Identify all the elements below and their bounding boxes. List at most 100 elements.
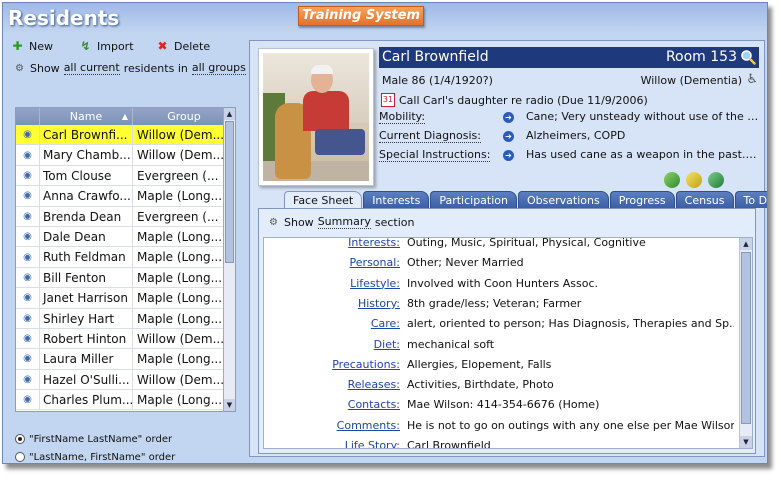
mobility-label[interactable]: Mobility: [379, 110, 426, 124]
resident-row[interactable]: ◉ Charles Plum... Maple (Long... [16, 390, 235, 411]
field-label[interactable]: Personal: [350, 256, 400, 269]
resident-row-name: Tom Clouse [40, 165, 133, 186]
field-label[interactable]: Lifestyle: [350, 277, 400, 290]
tab-interests[interactable]: Interests [363, 191, 430, 208]
radio-first-last[interactable] [15, 434, 25, 444]
resident-row-name: Shirley Hart [40, 308, 133, 328]
resident-row-group: Willow (Dem... [137, 148, 225, 163]
tab-observations[interactable]: Observations [517, 191, 609, 208]
field-label[interactable]: Comments: [337, 419, 400, 432]
resident-icon: ◉ [16, 328, 40, 349]
resident-row[interactable]: ◉ Tom Clouse Evergreen (... [16, 165, 235, 187]
import-button[interactable]: ↯ Import [79, 40, 133, 54]
capsules-icon[interactable] [708, 172, 724, 188]
scroll-up-icon[interactable]: ▲ [224, 108, 235, 120]
resident-row[interactable]: ◉ Mary Chamb... Willow (Dem... [16, 145, 235, 166]
scope-dropdown[interactable]: all current [63, 61, 120, 75]
resident-row-group: Maple (Long... [137, 270, 223, 285]
order-first-last[interactable]: "FirstName LastName" order [15, 430, 175, 448]
arrow-right-icon[interactable]: ➔ [503, 150, 514, 161]
resident-row-group: Maple (Long... [137, 189, 223, 204]
reminder-icon: 31 [381, 93, 395, 107]
list-header: Name ▲ Group [16, 108, 235, 125]
field-row: Contacts: Mae Wilson: 414-354-6676 (Home) [264, 398, 734, 418]
resident-row-name: Bill Fenton [40, 267, 133, 288]
resident-row[interactable]: ◉ Hazel O'Sulli... Willow (Dem... [16, 369, 235, 391]
delete-button[interactable]: ✖ Delete [156, 40, 210, 54]
resident-row[interactable]: ◉ Shirley Hart Maple (Long... [16, 308, 235, 329]
scroll-thumb[interactable] [225, 121, 234, 263]
name-column-label: Name [69, 110, 103, 123]
field-row: Releases: Activities, Birthdate, Photo [264, 378, 734, 398]
reminder-text: Call Carl's daughter re radio (Due 11/9/… [399, 93, 648, 107]
field-label[interactable]: Diet: [374, 338, 400, 351]
tab-census[interactable]: Census [675, 191, 734, 208]
resident-row-group: Maple (Long... [137, 311, 223, 326]
resident-row[interactable]: ◉ Janet Harrison Maple (Long... [16, 288, 235, 309]
arrow-right-icon[interactable]: ➔ [503, 112, 514, 123]
tab-progress[interactable]: Progress [609, 191, 675, 208]
scroll-down-icon[interactable]: ▼ [224, 399, 235, 411]
resident-row-group: Maple (Long... [137, 229, 223, 244]
summary-show-label: Show [284, 215, 314, 229]
field-label[interactable]: Interests: [348, 238, 400, 249]
resident-row[interactable]: ◉ Brenda Dean Evergreen (... [16, 206, 235, 227]
reminder[interactable]: 31 Call Carl's daughter re radio (Due 11… [381, 93, 648, 107]
resident-row[interactable]: ◉ Robert Hinton Willow (Dem... [16, 328, 235, 350]
groups-dropdown[interactable]: all groups [191, 61, 246, 75]
fields-scrollbar[interactable]: ▲ ▼ [739, 238, 752, 448]
app-title: Residents [8, 6, 120, 30]
field-label[interactable]: Care: [371, 317, 400, 330]
scroll-down-icon[interactable]: ▼ [740, 436, 752, 448]
pills-icon[interactable] [686, 172, 702, 188]
resident-row-name: Ruth Feldman [40, 247, 133, 267]
resident-row[interactable]: ◉ Laura Miller Maple (Long... [16, 349, 235, 370]
field-label[interactable]: Life Story: [345, 439, 400, 448]
resident-row[interactable]: ◉ Bill Fenton Maple (Long... [16, 267, 235, 289]
scroll-up-icon[interactable]: ▲ [740, 238, 752, 250]
field-value: Carl Brownfield [407, 439, 491, 449]
resident-row-group: Willow (Dem... [137, 372, 225, 387]
new-button[interactable]: ✚ New [11, 40, 53, 54]
search-icon[interactable] [740, 49, 756, 65]
resident-row[interactable]: ◉ Anna Crawfo... Maple (Long... [16, 186, 235, 207]
tab-participation[interactable]: Participation [430, 191, 517, 208]
field-value: Allergies, Elopement, Falls [407, 357, 552, 371]
group-column-header[interactable]: Group [133, 108, 235, 125]
list-scrollbar[interactable]: ▲ ▼ [223, 108, 235, 411]
summary-dropdown[interactable]: Summary [317, 215, 371, 229]
person-icon: ♿ [746, 72, 758, 87]
new-label: New [29, 40, 53, 53]
resident-row[interactable]: ◉ Ruth Feldman Maple (Long... [16, 247, 235, 268]
pill-icon[interactable] [664, 172, 680, 188]
resident-row-group: Maple (Long... [137, 250, 223, 265]
scroll-thumb[interactable] [741, 252, 751, 424]
icon-column-header [16, 108, 40, 125]
radio-last-first[interactable] [15, 452, 25, 462]
field-value: mechanical soft [407, 337, 495, 351]
instructions-value: Has used cane as a weapon in the past. W… [526, 148, 759, 161]
summary-suffix-label: section [374, 215, 415, 229]
app-window: Residents Training System ✚ New ↯ Import… [2, 2, 768, 464]
summary-filter: ⚙ Show Summary section [267, 215, 414, 229]
resident-row[interactable]: ◉ Dale Dean Maple (Long... [16, 226, 235, 248]
arrow-right-icon[interactable]: ➔ [503, 131, 514, 142]
order-last-first[interactable]: "LastName, FirstName" order [15, 448, 176, 463]
field-label[interactable]: Contacts: [348, 398, 400, 411]
tab-to-do-s[interactable]: To Do's [734, 191, 767, 208]
resident-row-group: Maple (Long... [137, 291, 223, 306]
order-last-first-label: "LastName, FirstName" order [29, 451, 176, 463]
diagnosis-label[interactable]: Current Diagnosis: [379, 129, 481, 143]
filter-show-label: Show [30, 61, 60, 75]
instructions-label[interactable]: Special Instructions: [379, 148, 491, 162]
resident-icon: ◉ [16, 349, 40, 369]
field-label[interactable]: History: [358, 297, 400, 310]
field-label[interactable]: Releases: [348, 378, 400, 391]
resident-row-name: Janet Harrison [40, 288, 133, 308]
filter-middle-label: residents in [123, 61, 188, 75]
resident-row[interactable]: ◉ Carl Brownfi... Willow (Dem... [16, 125, 235, 146]
field-value: Other; Never Married [407, 256, 524, 270]
tab-face-sheet[interactable]: Face Sheet [284, 191, 363, 208]
field-label[interactable]: Precautions: [332, 358, 400, 371]
name-column-header[interactable]: Name ▲ [40, 108, 133, 125]
